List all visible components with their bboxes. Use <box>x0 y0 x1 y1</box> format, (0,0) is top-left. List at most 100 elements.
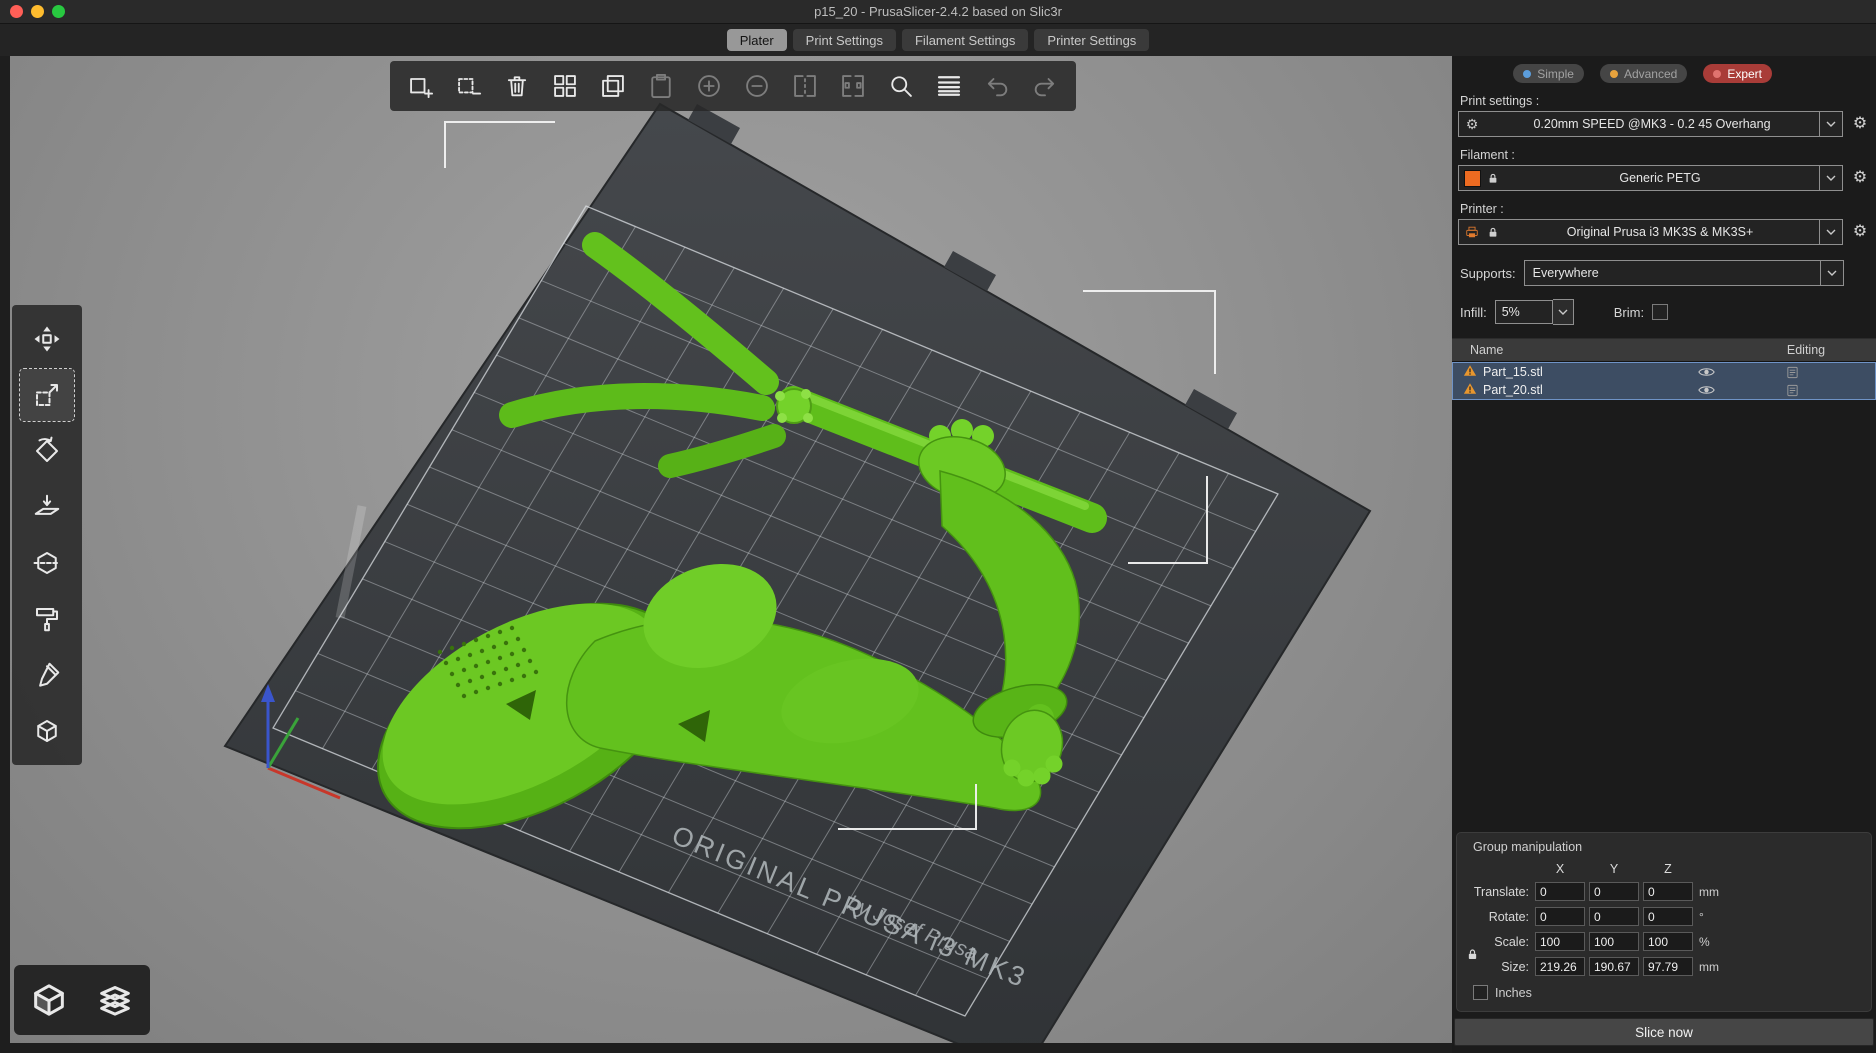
close-window-button[interactable] <box>10 5 23 18</box>
paste-button[interactable] <box>640 66 682 106</box>
rotate-tool-button[interactable] <box>20 425 74 477</box>
paint-supports-tool-button[interactable] <box>20 593 74 645</box>
edit-object-icon[interactable] <box>1783 366 1801 379</box>
printer-label: Printer : <box>1460 202 1876 216</box>
seam-tool-button[interactable] <box>20 649 74 701</box>
scale-x-input[interactable] <box>1535 932 1585 951</box>
translate-z-input[interactable] <box>1643 882 1693 901</box>
edit-printer-button[interactable]: ⚙ <box>1850 224 1870 240</box>
tab-printer-settings[interactable]: Printer Settings <box>1034 29 1149 51</box>
scale-y-input[interactable] <box>1589 932 1639 951</box>
mode-advanced-button[interactable]: Advanced <box>1600 64 1687 83</box>
mode-expert-button[interactable]: Expert <box>1703 64 1772 83</box>
size-z-input[interactable] <box>1643 957 1693 976</box>
visibility-eye-icon[interactable] <box>1695 384 1717 396</box>
place-on-face-tool-button[interactable] <box>20 481 74 533</box>
brim-checkbox[interactable] <box>1652 304 1668 320</box>
supports-value: Everywhere <box>1525 266 1820 280</box>
size-x-input[interactable] <box>1535 957 1585 976</box>
traffic-lights <box>10 0 65 23</box>
filament-combo[interactable]: Generic PETG <box>1458 165 1843 191</box>
edit-filament-button[interactable]: ⚙ <box>1850 170 1870 186</box>
rotate-z-input[interactable] <box>1643 907 1693 926</box>
copy-button[interactable] <box>592 66 634 106</box>
visibility-eye-icon[interactable] <box>1695 366 1717 378</box>
camera-cube-button[interactable] <box>20 705 74 757</box>
3d-editor-view-button[interactable] <box>20 971 78 1029</box>
edit-object-icon[interactable] <box>1783 384 1801 397</box>
gizmo-toolbar <box>12 305 82 765</box>
rotate-x-input[interactable] <box>1535 907 1585 926</box>
axis-y-header: Y <box>1589 862 1639 876</box>
undo-button[interactable] <box>976 66 1018 106</box>
filament-lock-icon <box>1485 172 1501 185</box>
inches-label: Inches <box>1495 986 1532 1000</box>
minimize-window-button[interactable] <box>31 5 44 18</box>
mode-simple-button[interactable]: Simple <box>1513 64 1584 83</box>
rotate-y-input[interactable] <box>1589 907 1639 926</box>
arrange-button[interactable] <box>544 66 586 106</box>
remove-instance-button[interactable] <box>736 66 778 106</box>
filament-label: Filament : <box>1460 148 1876 162</box>
printer-lock-icon <box>1485 226 1501 239</box>
filament-value: Generic PETG <box>1501 171 1819 185</box>
move-tool-button[interactable] <box>20 313 74 365</box>
object-list-row-part-15[interactable]: Part_15.stl <box>1453 363 1875 381</box>
printer-combo[interactable]: Original Prusa i3 MK3S & MK3S+ <box>1458 219 1843 245</box>
warning-icon <box>1463 364 1477 380</box>
scale-z-input[interactable] <box>1643 932 1693 951</box>
size-row: Size: mm <box>1457 957 1871 976</box>
view-mode-toggle <box>14 965 150 1035</box>
translate-row: Translate: mm <box>1457 882 1871 901</box>
add-object-button[interactable] <box>400 66 442 106</box>
3d-scene[interactable]: ORIGINAL PRUSA i3 MK3 by Josef Prusa <box>10 56 1452 1043</box>
inches-checkbox[interactable] <box>1473 985 1488 1000</box>
right-sidebar: Simple Advanced Expert Print settings : … <box>1452 56 1876 1053</box>
filament-dropdown-button[interactable] <box>1819 166 1842 190</box>
zoom-window-button[interactable] <box>52 5 65 18</box>
main-tab-bar: Plater Print Settings Filament Settings … <box>0 24 1876 56</box>
expert-mode-dot-icon <box>1713 70 1721 78</box>
remove-object-button[interactable] <box>448 66 490 106</box>
brim-label: Brim: <box>1614 305 1644 320</box>
supports-combo[interactable]: Everywhere <box>1524 260 1844 286</box>
search-button[interactable] <box>880 66 922 106</box>
size-unit: mm <box>1697 960 1727 974</box>
tab-plater[interactable]: Plater <box>727 29 787 51</box>
3d-viewport[interactable]: ORIGINAL PRUSA i3 MK3 by Josef Prusa <box>10 56 1452 1043</box>
slice-now-button[interactable]: Slice now <box>1454 1018 1874 1046</box>
scale-tool-button[interactable] <box>20 369 74 421</box>
infill-value-box[interactable]: 5% <box>1495 300 1553 324</box>
infill-dropdown-button[interactable] <box>1553 299 1574 325</box>
prusaslicer-window: p15_20 - PrusaSlicer-2.4.2 based on Slic… <box>0 0 1876 1053</box>
warning-icon <box>1463 382 1477 398</box>
variable-layer-height-button[interactable] <box>928 66 970 106</box>
printer-icon <box>1459 225 1485 239</box>
printer-dropdown-button[interactable] <box>1819 220 1842 244</box>
redo-button[interactable] <box>1024 66 1066 106</box>
cut-tool-button[interactable] <box>20 537 74 589</box>
split-to-objects-button[interactable] <box>784 66 826 106</box>
edit-print-settings-button[interactable]: ⚙ <box>1850 116 1870 132</box>
tab-print-settings[interactable]: Print Settings <box>793 29 896 51</box>
print-settings-dropdown-button[interactable] <box>1819 112 1842 136</box>
split-to-parts-button[interactable] <box>832 66 874 106</box>
uniform-scale-lock-icon[interactable] <box>1466 947 1479 965</box>
delete-all-button[interactable] <box>496 66 538 106</box>
scale-row: Scale: % <box>1457 932 1871 951</box>
translate-y-input[interactable] <box>1589 882 1639 901</box>
object-list-row-part-20[interactable]: Part_20.stl <box>1453 381 1875 399</box>
object-list-header: Name Editing <box>1452 338 1876 362</box>
supports-dropdown-button[interactable] <box>1820 261 1843 285</box>
group-manipulation-panel: Group manipulation X Y Z Translate: mm R… <box>1456 832 1872 1012</box>
tab-filament-settings[interactable]: Filament Settings <box>902 29 1028 51</box>
scale-unit: % <box>1697 935 1727 949</box>
title-bar: p15_20 - PrusaSlicer-2.4.2 based on Slic… <box>0 0 1876 24</box>
supports-label: Supports: <box>1460 266 1516 281</box>
print-settings-combo[interactable]: ⚙ 0.20mm SPEED @MK3 - 0.2 45 Overhang <box>1458 111 1843 137</box>
add-instance-button[interactable] <box>688 66 730 106</box>
window-title: p15_20 - PrusaSlicer-2.4.2 based on Slic… <box>814 4 1062 19</box>
preview-sliced-view-button[interactable] <box>86 971 144 1029</box>
size-y-input[interactable] <box>1589 957 1639 976</box>
translate-x-input[interactable] <box>1535 882 1585 901</box>
